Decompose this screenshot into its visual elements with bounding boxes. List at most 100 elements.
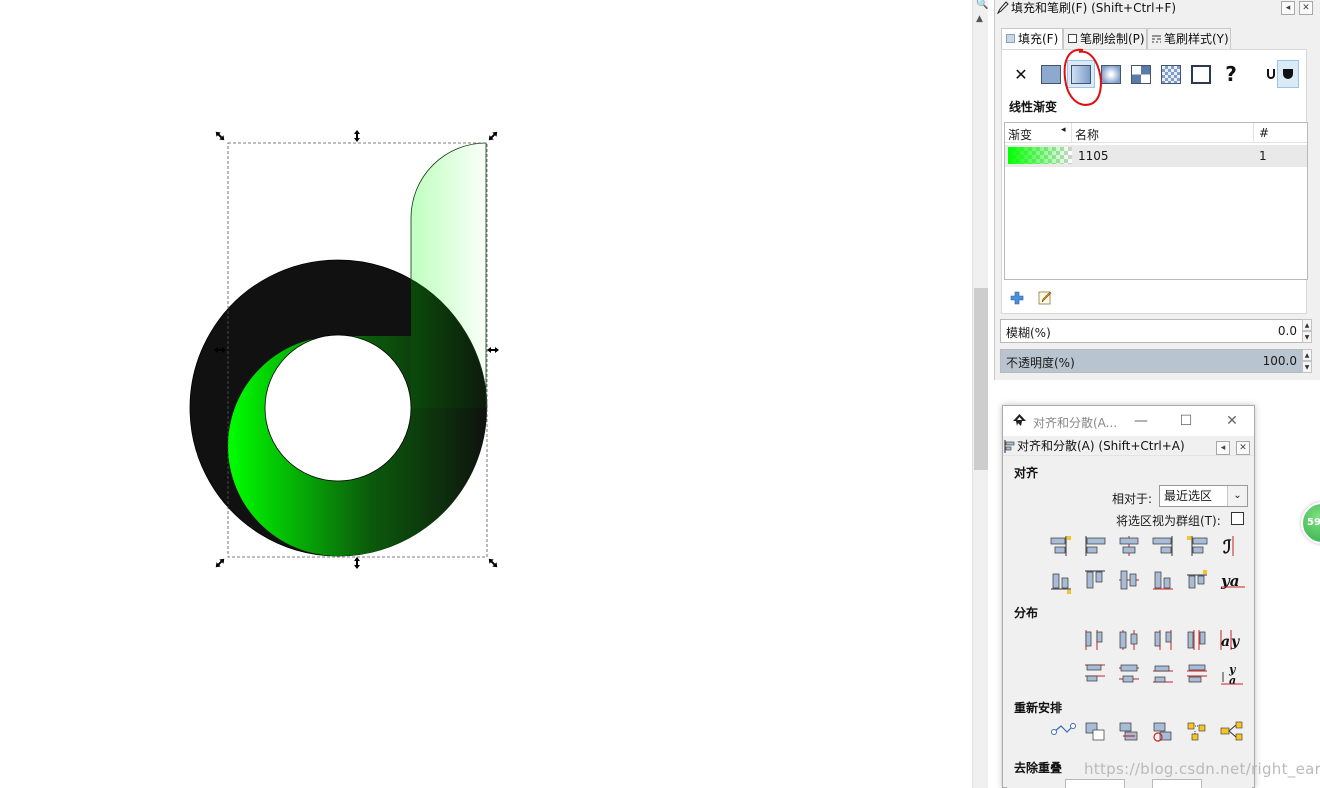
- flat-color-icon: [1041, 64, 1061, 84]
- unknown-paint-button[interactable]: ?: [1217, 60, 1245, 88]
- fill-stroke-dock-title: 填充和笔刷(F) (Shift+Ctrl+F): [995, 0, 1320, 17]
- unset-paint-button[interactable]: [1187, 60, 1215, 88]
- col-name-header[interactable]: 名称: [1075, 126, 1099, 143]
- align-text-anchor-icon[interactable]: ℐ: [1223, 536, 1234, 558]
- zoom-icon: 🔍: [976, 0, 989, 10]
- chevron-down-icon: ⌄: [1227, 486, 1247, 506]
- align-right-to-left-icon[interactable]: [1050, 536, 1071, 556]
- drawing-canvas[interactable]: [0, 0, 972, 788]
- distribute-gaps-horizontal-icon[interactable]: [1187, 630, 1206, 650]
- scale-handle-right[interactable]: [487, 347, 499, 353]
- distribute-baseline-anchors-icon[interactable]: ay: [1220, 630, 1240, 650]
- scale-handle-top-left[interactable]: [214, 130, 227, 143]
- gradient-list-row[interactable]: 1105 1: [1005, 145, 1307, 167]
- distribute-centers-vertical-icon[interactable]: [1119, 664, 1139, 683]
- opacity-decrement-icon[interactable]: ▼: [1302, 361, 1312, 373]
- swatch-icon: [1161, 64, 1181, 84]
- question-mark-icon: ?: [1225, 62, 1237, 86]
- align-left-to-right-icon[interactable]: [1187, 536, 1208, 556]
- blur-stepper[interactable]: ▲ ▼: [1302, 319, 1312, 343]
- exchange-selection-order-icon[interactable]: [1119, 722, 1138, 741]
- exchange-positions-icon[interactable]: [1085, 722, 1105, 741]
- align-top-edges-icon[interactable]: [1085, 570, 1105, 589]
- align-left-edges-icon[interactable]: [1085, 536, 1106, 556]
- scale-handle-top[interactable]: [354, 130, 360, 142]
- scale-handle-bottom-right[interactable]: [487, 557, 500, 570]
- treat-as-group-checkbox[interactable]: [1231, 512, 1244, 525]
- blur-value[interactable]: 0.0: [1278, 324, 1297, 338]
- fill-tab-icon: [1006, 34, 1015, 43]
- scroll-up-arrow-icon[interactable]: ▲: [976, 14, 983, 24]
- opacity-spinbox[interactable]: 不透明度(%) 100.0: [1000, 349, 1304, 373]
- overlap-v-gap-input[interactable]: [1152, 779, 1202, 788]
- blur-decrement-icon[interactable]: ▼: [1302, 331, 1312, 343]
- distribute-top-edges-icon[interactable]: [1085, 664, 1105, 682]
- swatch-button[interactable]: [1157, 60, 1185, 88]
- opacity-value[interactable]: 100.0: [1263, 354, 1297, 368]
- align-row-2: ya: [1051, 570, 1245, 594]
- graph-layout-icon[interactable]: [1051, 723, 1076, 735]
- opacity-increment-icon[interactable]: ▲: [1302, 349, 1312, 361]
- center-vertical-axis-icon[interactable]: [1119, 536, 1139, 556]
- floating-speed-badge[interactable]: 59: [1301, 502, 1320, 544]
- canvas-artwork: [189, 130, 500, 570]
- distribute-centers-horizontal-icon[interactable]: [1119, 630, 1138, 650]
- distribute-left-edges-icon[interactable]: [1085, 630, 1103, 650]
- distribute-right-edges-icon[interactable]: [1154, 630, 1172, 650]
- plus-icon: [1010, 291, 1024, 305]
- minimize-button[interactable]: —: [1131, 411, 1151, 431]
- fill-rule-nonzero-button[interactable]: [1277, 60, 1299, 88]
- gradient-swatch-preview: [1008, 147, 1072, 164]
- inner-hole: [264, 334, 412, 482]
- no-paint-button[interactable]: ✕: [1007, 60, 1035, 88]
- linear-gradient-heading: 线性渐变: [1009, 100, 1058, 114]
- blur-increment-icon[interactable]: ▲: [1302, 319, 1312, 331]
- distribute-gaps-vertical-icon[interactable]: [1187, 664, 1207, 683]
- distribute-bottom-edges-icon[interactable]: [1153, 665, 1173, 683]
- scrollbar-thumb[interactable]: [974, 288, 988, 470]
- edit-gradient-button[interactable]: [1035, 288, 1055, 308]
- align-right-edges-icon[interactable]: [1152, 536, 1173, 556]
- relative-to-dropdown[interactable]: 最近选区 ⌄: [1159, 485, 1248, 507]
- scale-handle-top-right[interactable]: [487, 130, 500, 143]
- distribute-section-label: 分布: [1014, 606, 1039, 620]
- align-bottom-edges-icon[interactable]: [1153, 571, 1173, 590]
- pattern-icon: [1131, 64, 1151, 84]
- col-gradient-header[interactable]: 渐变: [1008, 126, 1032, 143]
- nonzero-icon: [1283, 69, 1293, 79]
- tab-fill[interactable]: 填充(F): [1001, 28, 1063, 51]
- tab-stroke-style[interactable]: 笔刷样式(Y): [1147, 28, 1231, 50]
- unclump-objects-icon[interactable]: [1220, 721, 1243, 741]
- align-dock-close-button[interactable]: ✕: [1236, 441, 1250, 455]
- distribute-row-1: ay: [1085, 630, 1240, 650]
- close-window-button[interactable]: ✕: [1222, 411, 1242, 431]
- align-baseline-icon[interactable]: ya: [1220, 572, 1245, 590]
- distribute-baselines-vertical-icon[interactable]: ya: [1221, 663, 1243, 687]
- unset-paint-icon: [1191, 64, 1211, 84]
- pattern-button[interactable]: [1127, 60, 1155, 88]
- fill-type-toolbar: ✕ ?: [1007, 60, 1307, 90]
- dock-iconify-button[interactable]: ◂: [1281, 1, 1295, 15]
- col-count-header[interactable]: #: [1259, 126, 1269, 140]
- vertical-scrollbar[interactable]: 🔍 ▲: [972, 0, 988, 788]
- center-horizontal-axis-icon[interactable]: [1119, 570, 1139, 590]
- gradient-list[interactable]: 渐变 ◂ 名称 # 1105 1: [1004, 122, 1308, 280]
- dock-close-button[interactable]: ✕: [1299, 1, 1313, 15]
- blur-spinbox[interactable]: 模糊(%) 0.0: [1000, 319, 1304, 343]
- align-bottom-to-top-icon[interactable]: [1051, 573, 1071, 594]
- opacity-stepper[interactable]: ▲ ▼: [1302, 349, 1312, 373]
- align-dock-title-text: 对齐和分散(A) (Shift+Ctrl+A): [1017, 439, 1185, 453]
- align-window-titlebar[interactable]: 对齐和分散(A... — ☐ ✕: [1003, 406, 1254, 436]
- add-gradient-button[interactable]: [1007, 288, 1027, 308]
- align-dock-iconify-button[interactable]: ◂: [1216, 441, 1230, 455]
- treat-as-group-label: 将选区视为群组(T):: [1116, 514, 1221, 528]
- scale-handle-bottom[interactable]: [354, 557, 360, 569]
- overlap-h-gap-input[interactable]: [1065, 779, 1125, 788]
- fill-stroke-title-text: 填充和笔刷(F) (Shift+Ctrl+F): [1011, 1, 1177, 15]
- stroke-style-tab-icon: [1152, 35, 1161, 43]
- scale-handle-bottom-left[interactable]: [214, 557, 227, 570]
- align-top-to-bottom-icon[interactable]: [1187, 570, 1207, 589]
- maximize-button[interactable]: ☐: [1176, 411, 1196, 431]
- randomize-positions-icon[interactable]: [1187, 722, 1206, 741]
- exchange-clockwise-icon[interactable]: [1153, 722, 1172, 742]
